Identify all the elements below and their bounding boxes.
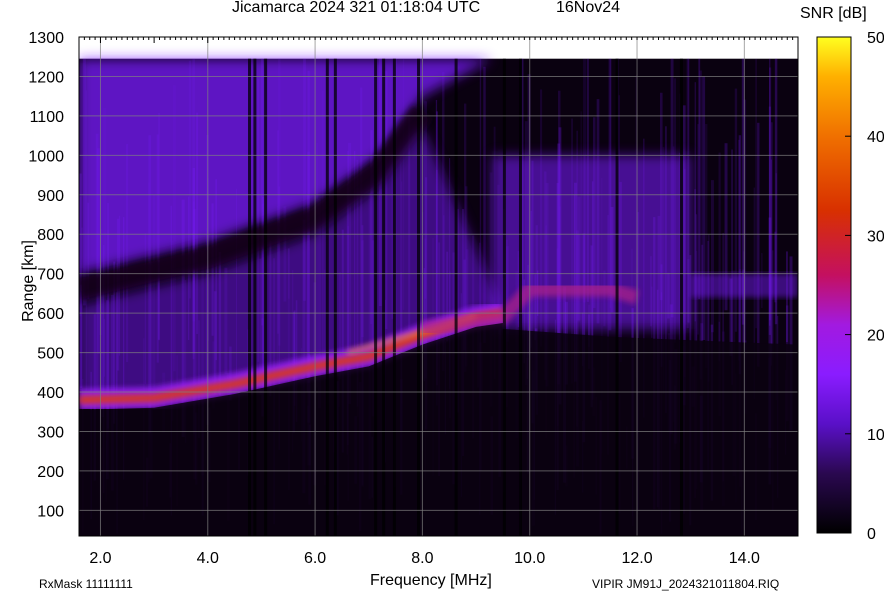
y-tick-label: 500 <box>37 346 64 363</box>
y-tick-label: 900 <box>37 188 64 205</box>
interference-line <box>382 58 386 536</box>
colorbar-tick-label: 40 <box>867 129 884 146</box>
colorbar-gradient <box>816 36 852 534</box>
no-data-band <box>79 37 798 59</box>
x-tick-label: 12.0 <box>621 550 652 567</box>
interference-line <box>253 58 257 536</box>
y-tick-label: 800 <box>37 227 64 244</box>
interference-line <box>333 58 337 536</box>
interference-line <box>679 58 683 536</box>
colorbar-tick-label: 30 <box>867 228 884 245</box>
interference-line <box>264 58 268 536</box>
y-tick-label: 1100 <box>30 109 65 126</box>
colorbar-tick-label: 0 <box>867 526 876 543</box>
x-tick-label: 6.0 <box>304 550 326 567</box>
interference-line <box>518 58 522 536</box>
interference-line <box>502 58 506 536</box>
colorbar-tick-label: 20 <box>867 328 884 345</box>
noise-streak <box>738 139 740 361</box>
y-tick-label: 300 <box>37 424 64 441</box>
x-tick-label: 8.0 <box>411 550 433 567</box>
y-tick-label: 200 <box>37 464 64 481</box>
interference-line <box>248 58 252 536</box>
x-tick-label: 10.0 <box>514 550 545 567</box>
colorbar-tick-label: 10 <box>867 427 884 444</box>
y-tick-label: 100 <box>37 503 64 520</box>
x-tick-label: 4.0 <box>197 550 219 567</box>
interference-line <box>615 58 619 536</box>
noise-streak <box>757 122 760 367</box>
ionogram-chart: 2.0 4.0 6.0 8.0 10.0 12.0 14.01002003004005006… <box>28 30 884 567</box>
interference-line <box>454 58 458 536</box>
noise-streak <box>705 123 708 368</box>
interference-line <box>325 58 329 536</box>
interference-line <box>417 58 421 536</box>
y-tick-label: 400 <box>37 385 64 402</box>
y-tick-label: 1000 <box>28 148 64 165</box>
interference-line <box>392 58 396 536</box>
colorbar-tick-label: 50 <box>867 30 884 47</box>
y-tick-label: 1300 <box>28 30 64 47</box>
y-tick-label: 600 <box>37 306 64 323</box>
y-tick-label: 700 <box>37 267 64 284</box>
x-tick-label: 14.0 <box>729 550 760 567</box>
x-tick-label: 2.0 <box>89 550 111 567</box>
y-tick-label: 1200 <box>28 69 64 86</box>
interference-line <box>374 58 378 536</box>
noise-streak <box>710 180 714 333</box>
